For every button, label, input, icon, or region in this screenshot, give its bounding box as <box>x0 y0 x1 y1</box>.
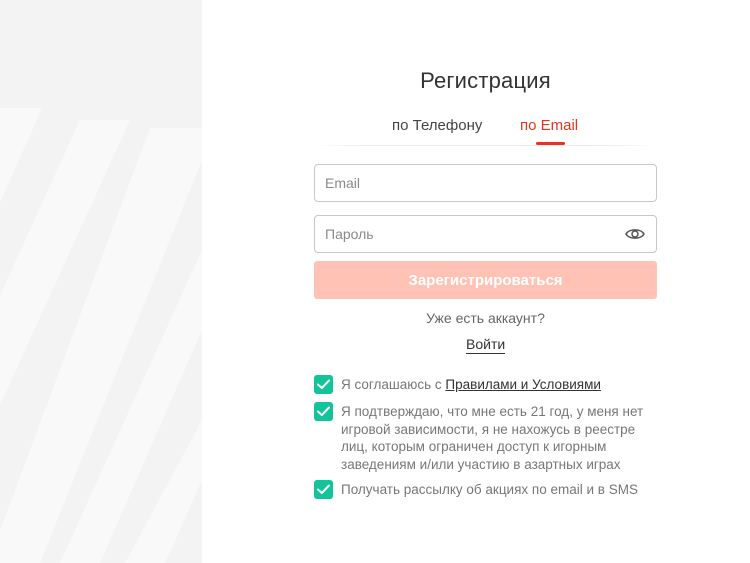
login-link[interactable]: Войти <box>466 336 506 354</box>
eye-icon[interactable] <box>625 226 645 242</box>
page-title: Регистрация <box>420 68 551 93</box>
checkmark-icon <box>317 379 330 389</box>
age-label: Я подтверждаю, что мне есть 21 год, у ме… <box>341 404 644 472</box>
checkmark-icon <box>317 406 330 416</box>
terms-prefix: Я соглашаюсь с <box>341 377 446 392</box>
have-account-text: Уже есть аккаунт? <box>426 310 545 326</box>
age-checkbox[interactable] <box>314 402 333 421</box>
terms-link[interactable]: Правилами и Условиями <box>445 377 601 392</box>
email-field <box>314 164 657 202</box>
register-button[interactable]: Зарегистрироваться <box>314 261 657 299</box>
checkmark-icon <box>317 484 330 494</box>
tabs-divider <box>314 145 657 146</box>
tab-email[interactable]: по Email <box>520 117 578 134</box>
terms-label: Я соглашаюсь с Правилами и Условиями <box>341 376 651 394</box>
tab-phone[interactable]: по Телефону <box>392 117 482 134</box>
password-input[interactable] <box>325 216 615 252</box>
terms-checkbox[interactable] <box>314 375 333 394</box>
email-input[interactable] <box>325 165 615 201</box>
newsletter-checkbox[interactable] <box>314 480 333 499</box>
password-field <box>314 215 657 253</box>
stripe-pattern <box>0 108 202 563</box>
registration-form: Регистрация по Телефону по Email Зарегис… <box>314 0 657 563</box>
registration-tabs: по Телефону по Email <box>314 114 657 148</box>
decorative-side-panel <box>0 0 202 563</box>
newsletter-label: Получать рассылку об акциях по email и в… <box>341 482 638 497</box>
